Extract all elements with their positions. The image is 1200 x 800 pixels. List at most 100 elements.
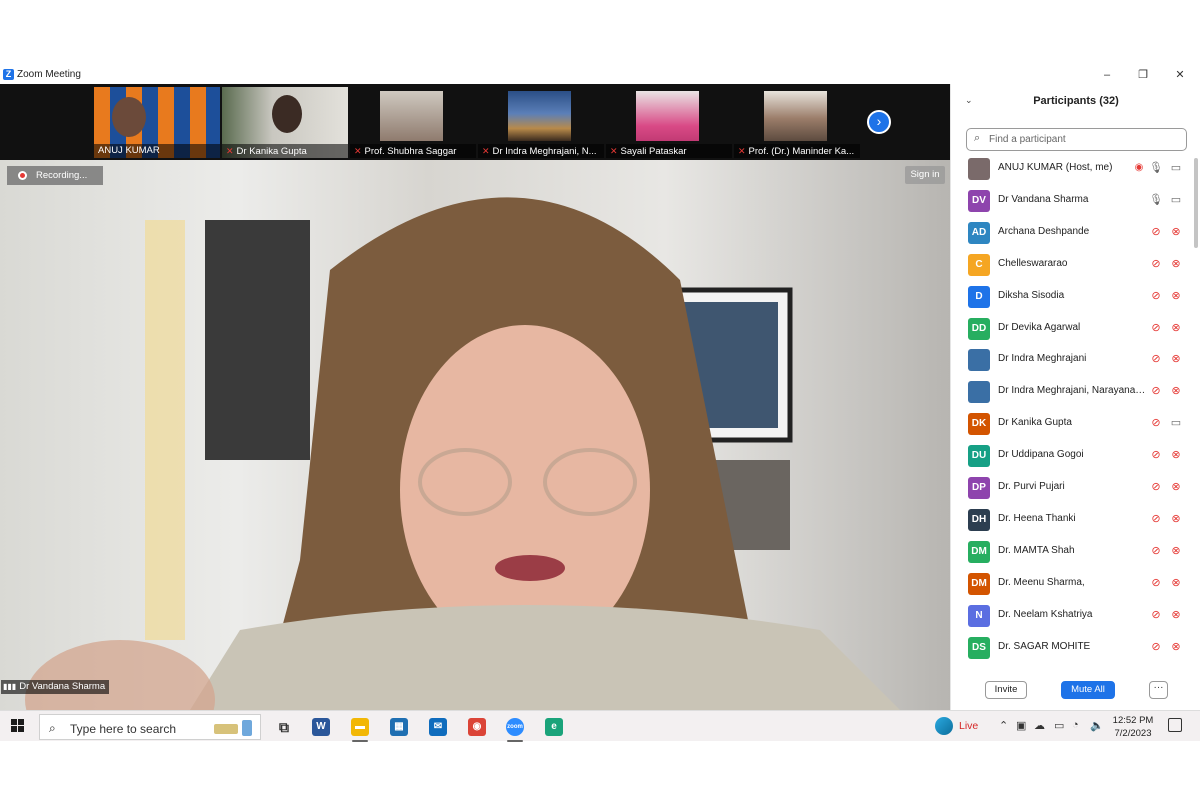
microphone-muted-icon[interactable]: ⊘ (1149, 543, 1163, 559)
participant-row[interactable]: DD Dr Devika Agarwal ⊘ ⊗ (951, 314, 1191, 344)
camera-off-icon[interactable]: ⊗ (1169, 288, 1183, 304)
participant-row[interactable]: Dr Indra Meghrajani, Narayana B... ⊘ ⊗ (951, 377, 1191, 407)
mute-all-button[interactable]: Mute All (1061, 681, 1115, 699)
taskbar-app-zoom[interactable]: zoom (503, 715, 527, 742)
microphone-muted-icon[interactable]: ⊘ (1149, 479, 1163, 495)
camera-off-icon[interactable]: ⊗ (1169, 575, 1183, 591)
close-button[interactable]: ✕ (1170, 67, 1190, 83)
taskbar-app-task-view[interactable]: ⧉ (272, 715, 296, 739)
more-options-button[interactable]: ··· (1149, 681, 1168, 699)
battery-icon[interactable]: ▭ (1054, 719, 1064, 732)
camera-off-icon[interactable]: ⊗ (1169, 639, 1183, 655)
minimize-button[interactable]: – (1097, 67, 1117, 83)
taskbar-app-edge[interactable]: e (542, 715, 566, 739)
taskbar-app-store[interactable]: ▦ (387, 715, 411, 739)
screen: Z Zoom Meeting – ❐ ✕ ANUJ KUMAR ✕ Dr Kani… (0, 0, 1200, 800)
participant-row[interactable]: N Dr. Neelam Kshatriya ⊘ ⊗ (951, 601, 1191, 631)
thumbnail-sayali-pataskar[interactable]: ✕ Sayali Pataskar (606, 87, 732, 158)
participant-row[interactable]: DU Dr Uddipana Gogoi ⊘ ⊗ (951, 441, 1191, 471)
store-icon: ▦ (390, 718, 408, 736)
thumbnail-shubhra-saggar[interactable]: ✕ Prof. Shubhra Saggar (350, 87, 476, 158)
taskbar-app-word[interactable]: W (309, 715, 333, 739)
signal-bars-icon: ▮▮▮ (3, 682, 17, 691)
participant-list-scrollbar[interactable] (1194, 158, 1198, 248)
thumbnail-maninder-kaur[interactable]: ✕ Prof. (Dr.) Maninder Ka... (734, 87, 860, 158)
microphone-muted-icon[interactable]: ⊘ (1149, 447, 1163, 463)
taskbar-app-mail[interactable]: ✉ (426, 715, 450, 739)
participant-avatar: AD (968, 221, 990, 244)
participant-row[interactable]: DM Dr. MAMTA Shah ⊘ ⊗ (951, 537, 1191, 567)
participant-row[interactable]: DM Dr. Meenu Sharma, ⊘ ⊗ (951, 569, 1191, 599)
show-hidden-icons-button[interactable]: ⌃ (999, 719, 1008, 732)
camera-off-icon[interactable]: ⊗ (1169, 543, 1183, 559)
thumbnail-indra-meghrajani[interactable]: ✕ Dr Indra Meghrajani, N... (478, 87, 604, 158)
participant-search-input[interactable] (989, 132, 1179, 147)
file-explorer-icon: ▬ (351, 718, 369, 736)
participant-avatar (968, 381, 990, 404)
participant-name: Dr Vandana Sharma (998, 193, 1089, 205)
participant-row[interactable]: Dr Indra Meghrajani ⊘ ⊗ (951, 345, 1191, 375)
thumbnail-kanika-gupta[interactable]: ✕ Dr Kanika Gupta (222, 87, 348, 158)
participant-name: Dr Indra Meghrajani (998, 353, 1087, 365)
sign-in-button[interactable]: Sign in (905, 166, 945, 184)
wifi-icon[interactable]: ◔ (1072, 719, 1079, 731)
next-page-button[interactable]: › (867, 110, 891, 134)
camera-off-icon[interactable]: ⊗ (1169, 511, 1183, 527)
microphone-muted-icon[interactable]: ⊘ (1149, 607, 1163, 623)
participant-row[interactable]: DV Dr Vandana Sharma 🎙 ▭ (951, 186, 1191, 216)
participant-row[interactable]: D Diksha Sisodia ⊘ ⊗ (951, 282, 1191, 312)
microphone-muted-icon[interactable]: ⊘ (1149, 224, 1163, 240)
lips (495, 555, 565, 581)
camera-off-icon[interactable]: ⊗ (1169, 447, 1183, 463)
onedrive-icon[interactable]: ☁ (1034, 719, 1045, 732)
participant-avatar: DH (968, 508, 990, 531)
participant-name: Dr Indra Meghrajani, Narayana B... (998, 385, 1148, 397)
microphone-muted-icon[interactable]: ⊘ (1149, 351, 1163, 367)
microphone-muted-icon[interactable]: ⊘ (1149, 639, 1163, 655)
microphone-muted-icon[interactable]: ⊘ (1149, 383, 1163, 399)
taskbar-app-chrome[interactable]: ◉ (465, 715, 489, 739)
mic-off-icon: ✕ (610, 146, 618, 156)
microphone-muted-icon[interactable]: ⊘ (1149, 415, 1163, 431)
microphone-muted-icon[interactable]: ⊘ (1149, 288, 1163, 304)
camera-off-icon[interactable]: ⊗ (1169, 479, 1183, 495)
search-icon: ⌕ (49, 721, 56, 735)
participant-avatar: D (968, 285, 990, 308)
camera-off-icon[interactable]: ⊗ (1169, 320, 1183, 336)
camera-icon[interactable]: ▭ (1169, 415, 1183, 431)
live-label: Live (959, 720, 979, 732)
taskbar-clock[interactable]: 12:52 PM 7/2/2023 (1108, 714, 1158, 740)
microphone-icon[interactable]: 🎙 (1149, 160, 1163, 176)
microphone-icon[interactable]: 🎙 (1149, 192, 1163, 208)
microphone-muted-icon[interactable]: ⊘ (1149, 575, 1163, 591)
microphone-muted-icon[interactable]: ⊘ (1149, 511, 1163, 527)
participant-row[interactable]: DS Dr. SAGAR MOHITE ⊘ ⊗ (951, 633, 1191, 663)
thumbnail-anuj-kumar[interactable]: ANUJ KUMAR (94, 87, 220, 158)
meet-now-icon[interactable]: ▣ (1016, 719, 1026, 732)
camera-off-icon[interactable]: ⊗ (1169, 224, 1183, 240)
microphone-muted-icon[interactable]: ⊘ (1149, 320, 1163, 336)
participant-search-box[interactable]: ⌕ (966, 128, 1187, 151)
camera-off-icon[interactable]: ⊗ (1169, 383, 1183, 399)
camera-off-icon[interactable]: ⊗ (1169, 256, 1183, 272)
maximize-button[interactable]: ❐ (1133, 67, 1153, 83)
mic-off-icon: ✕ (738, 146, 746, 156)
camera-icon[interactable]: ▭ (1169, 160, 1183, 176)
participant-row[interactable]: AD Archana Deshpande ⊘ ⊗ (951, 218, 1191, 248)
participant-row[interactable]: DK Dr Kanika Gupta ⊘ ▭ (951, 409, 1191, 439)
participant-row[interactable]: C Chelleswararao ⊘ ⊗ (951, 250, 1191, 280)
microphone-muted-icon[interactable]: ⊘ (1149, 256, 1163, 272)
taskbar-search-box[interactable]: ⌕ Type here to search (39, 714, 261, 740)
participant-row[interactable]: ANUJ KUMAR (Host, me) ◉ 🎙 ▭ (951, 154, 1191, 184)
participant-row[interactable]: DP Dr. Purvi Pujari ⊘ ⊗ (951, 473, 1191, 503)
volume-icon[interactable]: 🔈 (1090, 719, 1104, 732)
taskbar-app-file-explorer[interactable]: ▬ (348, 715, 372, 742)
participant-row[interactable]: DH Dr. Heena Thanki ⊘ ⊗ (951, 505, 1191, 535)
invite-button[interactable]: Invite (985, 681, 1027, 699)
notifications-icon[interactable] (1168, 718, 1182, 732)
camera-off-icon[interactable]: ⊗ (1169, 351, 1183, 367)
start-button[interactable] (11, 719, 25, 733)
camera-icon[interactable]: ▭ (1169, 192, 1183, 208)
recording-indicator[interactable]: Recording... (7, 166, 103, 185)
camera-off-icon[interactable]: ⊗ (1169, 607, 1183, 623)
